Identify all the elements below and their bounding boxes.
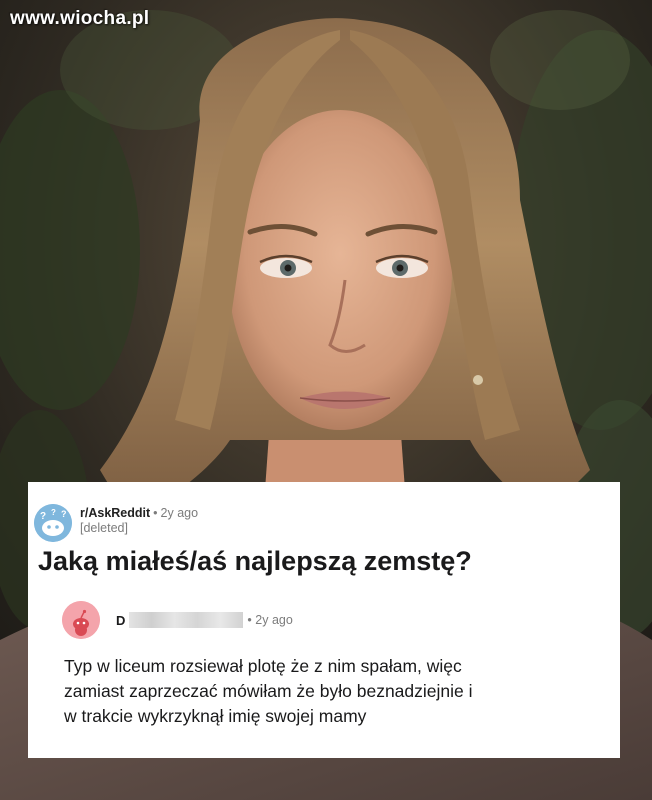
post-meta: r/AskReddit • 2y ago [deleted] xyxy=(80,506,198,536)
watermark-text: www.wiocha.pl xyxy=(10,8,150,29)
meta-separator: • xyxy=(153,506,158,520)
redacted-username xyxy=(129,612,244,628)
svg-text:?: ? xyxy=(61,509,67,519)
comment-line: w trakcie wykrzyknął imię swojej mamy xyxy=(64,706,367,726)
snoo-with-question-marks-icon[interactable]: ? ? ? xyxy=(34,504,72,542)
svg-text:?: ? xyxy=(51,508,56,517)
comment-age: 2y ago xyxy=(255,613,293,627)
post-author: [deleted] xyxy=(80,521,128,535)
post-header: ? ? ? r/AskReddit • 2y ago [deleted] xyxy=(34,504,198,542)
post-meta-line: r/AskReddit • 2y ago xyxy=(80,506,198,521)
subreddit-link[interactable]: r/AskReddit xyxy=(80,506,150,520)
comment-header: D • 2y ago xyxy=(62,601,293,639)
reddit-post-card: ? ? ? r/AskReddit • 2y ago [deleted] Jaką … xyxy=(28,482,620,758)
subreddit-avatar-graphic: ? ? ? xyxy=(34,504,72,542)
post-title[interactable]: Jaką miałeś/aś najlepszą zemstę? xyxy=(38,546,472,577)
meta-separator: • xyxy=(247,613,252,627)
comment-author[interactable]: D xyxy=(116,613,125,628)
comment-body: Typ w liceum rozsiewał plotę że z nim sp… xyxy=(64,654,616,729)
meme-image: www.wiocha.pl ? ? ? r/AskReddit • 2y ago [… xyxy=(0,0,652,800)
svg-text:?: ? xyxy=(40,511,46,522)
comment-line: zamiast zaprzeczać mówiłam że było bezna… xyxy=(64,681,473,701)
snoo-avatar-icon[interactable] xyxy=(62,601,100,639)
comment-line: Typ w liceum rozsiewał plotę że z nim sp… xyxy=(64,656,462,676)
user-avatar-graphic xyxy=(62,601,100,639)
post-age: 2y ago xyxy=(160,506,199,520)
comment-meta: • 2y ago xyxy=(247,613,292,627)
